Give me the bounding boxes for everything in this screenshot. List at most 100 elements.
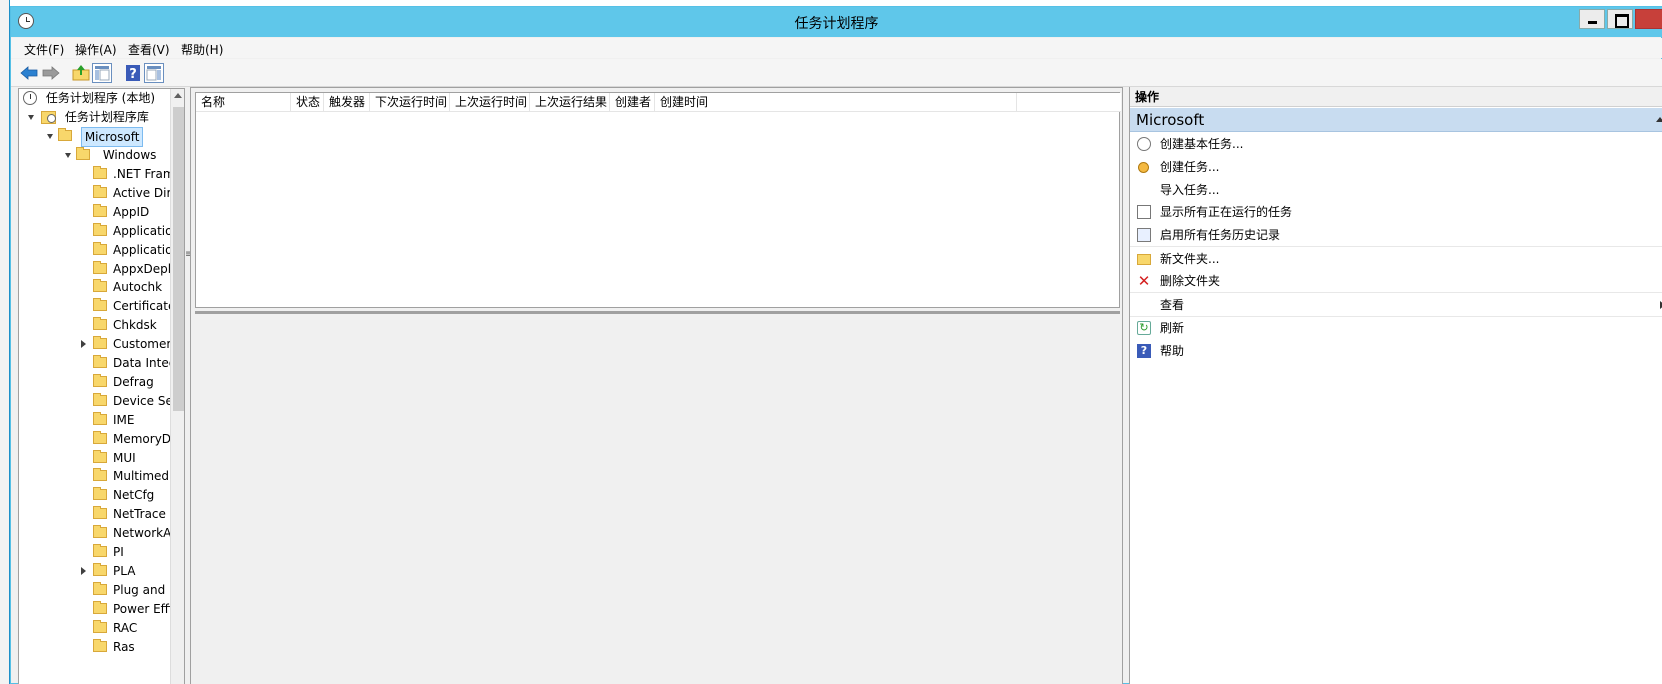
tree-folder[interactable]: Chkdsk bbox=[81, 316, 157, 334]
task-scheduler-window: 任务计划程序 文件(F) 操作(A) 查看(V) 帮助(H) ? 任务计划程序 … bbox=[10, 6, 1662, 684]
tree-folder[interactable]: Ras bbox=[81, 638, 135, 656]
folder-icon bbox=[93, 525, 107, 539]
tree-folder[interactable]: Autochk bbox=[81, 278, 162, 296]
tree-folder[interactable]: Application bbox=[81, 241, 180, 259]
folder-icon bbox=[93, 355, 107, 368]
help-icon[interactable]: ? bbox=[123, 63, 143, 83]
tree-folder[interactable]: NetCfg bbox=[81, 486, 154, 504]
scroll-up-icon[interactable] bbox=[174, 93, 182, 98]
folder-icon bbox=[93, 392, 107, 406]
delete-icon: ✕ bbox=[1137, 272, 1151, 290]
back-arrow-icon[interactable] bbox=[19, 63, 39, 83]
collapse-arrow-icon[interactable] bbox=[47, 134, 53, 139]
tree-folder[interactable]: Defrag bbox=[81, 373, 154, 391]
window-title: 任务计划程序 bbox=[794, 16, 879, 32]
folder-icon bbox=[93, 241, 107, 255]
tree-scrollbar[interactable] bbox=[170, 89, 184, 684]
folder-icon bbox=[93, 222, 107, 236]
expand-arrow-icon[interactable] bbox=[81, 566, 86, 575]
folder-icon bbox=[93, 166, 107, 179]
title-bar[interactable]: 任务计划程序 bbox=[11, 7, 1662, 37]
actions-group-header[interactable]: Microsoft bbox=[1130, 108, 1662, 132]
tree-folder[interactable]: RAC bbox=[81, 619, 137, 637]
folder-icon bbox=[93, 184, 107, 198]
svg-text:?: ? bbox=[129, 67, 137, 82]
action-delete-folder[interactable]: ✕ 删除文件夹 bbox=[1130, 270, 1662, 293]
folder-icon bbox=[93, 411, 107, 425]
action-show-running[interactable]: 显示所有正在运行的任务 bbox=[1130, 201, 1662, 224]
maximize-button[interactable] bbox=[1607, 9, 1633, 29]
menu-action[interactable]: 操作(A) bbox=[75, 41, 117, 58]
action-create-task[interactable]: 创建任务... bbox=[1130, 156, 1662, 179]
folder-icon bbox=[93, 317, 107, 331]
menu-help[interactable]: 帮助(H) bbox=[181, 41, 223, 58]
show-action-pane-icon[interactable] bbox=[144, 63, 164, 83]
action-enable-history[interactable]: 启用所有任务历史记录 bbox=[1130, 224, 1662, 247]
tree-root[interactable]: 任务计划程序 (本地) bbox=[23, 89, 155, 107]
folder-icon bbox=[93, 203, 107, 217]
tree-folder[interactable]: IME bbox=[81, 411, 134, 429]
tree-folder[interactable]: Multimedia bbox=[81, 467, 180, 485]
task-list[interactable]: 名称 状态 触发器 下次运行时间 上次运行时间 上次运行结果 创建者 创建时间 bbox=[195, 92, 1121, 308]
tree-microsoft[interactable]: Microsoft bbox=[45, 127, 144, 147]
help-icon: ? bbox=[1137, 344, 1151, 358]
close-button[interactable] bbox=[1635, 9, 1662, 29]
up-folder-icon[interactable] bbox=[71, 63, 91, 83]
column-last-run[interactable]: 上次运行时间 bbox=[450, 93, 530, 112]
tree-folder[interactable]: PLA bbox=[81, 562, 135, 580]
new-folder-icon bbox=[1137, 254, 1151, 265]
task-history-icon bbox=[1137, 228, 1151, 242]
actions-group-title: Microsoft bbox=[1136, 111, 1205, 129]
folder-icon bbox=[93, 279, 107, 293]
folder-icon bbox=[93, 562, 107, 576]
folder-icon bbox=[93, 468, 107, 482]
center-pane: 名称 状态 触发器 下次运行时间 上次运行时间 上次运行结果 创建者 创建时间 bbox=[190, 87, 1123, 684]
column-next-run[interactable]: 下次运行时间 bbox=[370, 93, 450, 112]
folder-icon bbox=[93, 373, 107, 387]
tree-folder[interactable]: Application bbox=[81, 222, 180, 240]
column-status[interactable]: 状态 bbox=[291, 93, 324, 112]
column-created[interactable]: 创建时间 bbox=[655, 93, 1017, 112]
tree-folder[interactable]: PI bbox=[81, 543, 124, 561]
column-header: 名称 状态 触发器 下次运行时间 上次运行时间 上次运行结果 创建者 创建时间 bbox=[196, 93, 1121, 112]
tree-folder[interactable]: AppID bbox=[81, 203, 149, 221]
column-name[interactable]: 名称 bbox=[196, 93, 291, 112]
action-create-basic-task[interactable]: 创建基本任务... bbox=[1130, 133, 1662, 156]
action-import-task[interactable]: 导入任务... bbox=[1130, 179, 1662, 202]
column-triggers[interactable]: 触发器 bbox=[324, 93, 370, 112]
folder-icon bbox=[93, 449, 107, 463]
tree-folder[interactable]: Customer bbox=[81, 335, 171, 353]
folder-icon bbox=[93, 619, 107, 633]
action-help[interactable]: ? 帮助 bbox=[1130, 340, 1662, 363]
action-refresh[interactable]: ↻ 刷新 bbox=[1130, 317, 1662, 340]
menu-view[interactable]: 查看(V) bbox=[128, 41, 170, 58]
tree-library[interactable]: 任务计划程序库 bbox=[28, 108, 149, 126]
desktop: 任务计划程序 文件(F) 操作(A) 查看(V) 帮助(H) ? 任务计划程序 … bbox=[0, 0, 1662, 684]
tree-windows[interactable]: Windows bbox=[63, 146, 156, 164]
collapse-arrow-icon[interactable] bbox=[28, 115, 34, 120]
show-tree-icon[interactable] bbox=[92, 63, 112, 83]
tree-folder[interactable]: MUI bbox=[81, 449, 136, 467]
collapse-arrow-icon[interactable] bbox=[65, 153, 71, 158]
detail-splitter[interactable] bbox=[195, 311, 1120, 314]
create-task-icon bbox=[1138, 162, 1149, 173]
tree-folder[interactable]: NetTrace bbox=[81, 505, 166, 523]
folder-icon bbox=[93, 600, 107, 614]
expand-arrow-icon[interactable] bbox=[81, 340, 86, 349]
console-tree: 任务计划程序 (本地) 任务计划程序库 Microsoft Windows .N… bbox=[18, 88, 185, 684]
actions-header: 操作 bbox=[1130, 87, 1662, 107]
menu-file[interactable]: 文件(F) bbox=[24, 41, 64, 58]
column-last-result[interactable]: 上次运行结果 bbox=[530, 93, 610, 112]
folder-icon bbox=[93, 544, 107, 557]
column-author[interactable]: 创建者 bbox=[610, 93, 655, 112]
action-view[interactable]: 查看 bbox=[1130, 294, 1662, 317]
minimize-button[interactable] bbox=[1579, 9, 1605, 29]
create-basic-task-icon bbox=[1137, 137, 1151, 151]
folder-icon bbox=[76, 147, 90, 160]
collapse-caret-icon[interactable] bbox=[1656, 117, 1662, 122]
background-window-strip bbox=[0, 0, 10, 684]
refresh-icon: ↻ bbox=[1137, 321, 1151, 335]
action-new-folder[interactable]: 新文件夹... bbox=[1130, 248, 1662, 271]
forward-arrow-icon[interactable] bbox=[41, 63, 61, 83]
scroll-thumb[interactable] bbox=[173, 107, 184, 411]
